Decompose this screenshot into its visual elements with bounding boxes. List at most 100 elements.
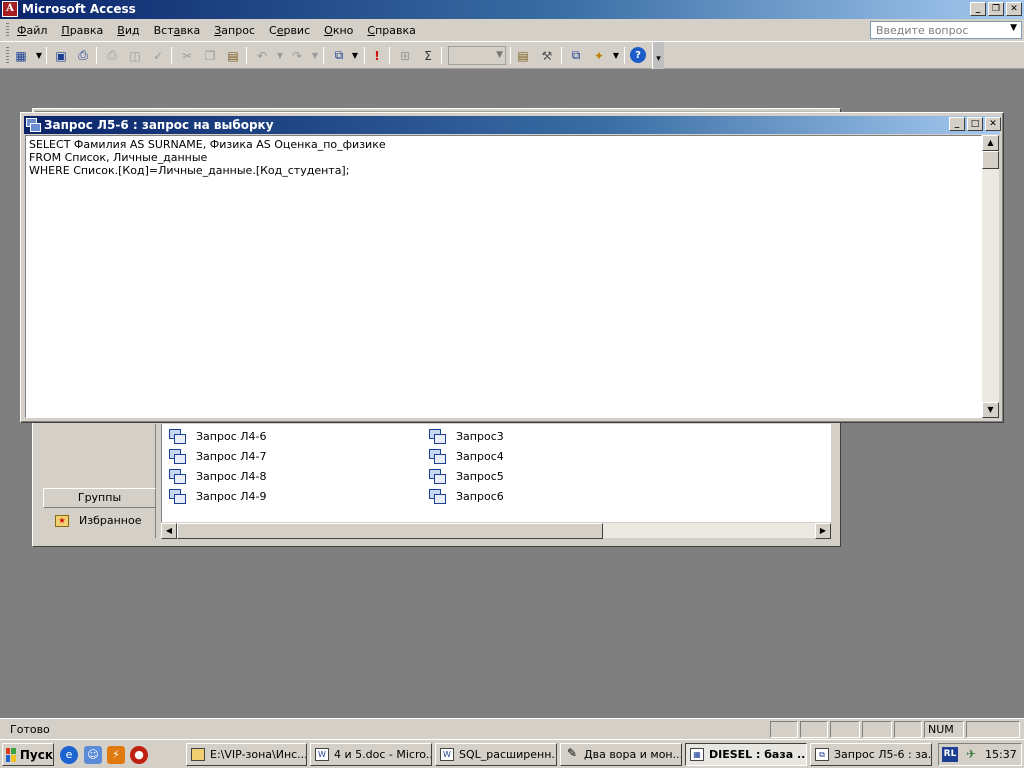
top-values-combo[interactable]: ▼	[448, 46, 506, 65]
menu-grip[interactable]	[6, 23, 9, 38]
list-item[interactable]: Запрос3	[429, 429, 504, 444]
toolbar-grip[interactable]	[6, 47, 9, 64]
totals-icon[interactable]: Σ	[419, 47, 437, 64]
favorites-label: Избранное	[79, 514, 142, 527]
minimize-button[interactable]: _	[970, 2, 986, 16]
print-icon[interactable]: ⎙	[103, 47, 121, 64]
query-icon	[429, 489, 446, 504]
query-window-titlebar[interactable]: Запрос Л5-6 : запрос на выборку _ □ ✕	[24, 116, 1001, 134]
undo-icon[interactable]: ↶	[253, 47, 271, 64]
spelling-icon[interactable]: ✓	[149, 47, 167, 64]
menu-query[interactable]: Запрос	[214, 24, 255, 37]
list-item[interactable]: Запрос Л4-8	[169, 469, 266, 484]
toolbar-separator	[364, 47, 365, 64]
cut-icon[interactable]: ✂	[178, 47, 196, 64]
run-icon[interactable]: !	[368, 47, 386, 64]
menu-file[interactable]: Файл	[17, 24, 47, 37]
taskbar-item[interactable]: W 4 и 5.doc - Micro...	[310, 743, 432, 766]
paste-icon[interactable]: ▤	[224, 47, 242, 64]
menu-tools[interactable]: Сервис	[269, 24, 310, 37]
toolbar-options-icon[interactable]: ▾	[652, 42, 664, 69]
list-item[interactable]: Запрос Л4-9	[169, 489, 267, 504]
scroll-thumb[interactable]	[177, 523, 603, 539]
taskbar-item-label: Два вора и мон...	[584, 748, 682, 761]
query-icon[interactable]	[26, 118, 41, 132]
app-shortcut-icon[interactable]: ⚡	[107, 746, 125, 764]
taskbar-item[interactable]: W SQL_расширенн...	[435, 743, 557, 766]
toolbar-area	[664, 42, 1024, 69]
view-icon[interactable]: ▦	[12, 47, 30, 64]
ask-question-input[interactable]: Введите вопрос ▼	[870, 21, 1022, 39]
app-window-controls: _ ❐ ✕	[970, 2, 1022, 16]
query-icon	[169, 469, 186, 484]
menu-help[interactable]: Справка	[367, 24, 415, 37]
menu-window[interactable]: Окно	[324, 24, 353, 37]
properties-icon[interactable]: ▤	[514, 47, 532, 64]
taskbar-item[interactable]: ✎ Два вора и мон...	[560, 743, 682, 766]
show-table-icon[interactable]: ⊞	[396, 47, 414, 64]
clock[interactable]: 15:37	[985, 748, 1017, 761]
menu-edit[interactable]: Правка	[61, 24, 103, 37]
taskbar-item-active[interactable]: ▦ DIESEL : база ...	[685, 743, 807, 766]
access-app-icon[interactable]: A	[2, 1, 18, 17]
messenger-icon[interactable]: ☺	[84, 746, 102, 764]
scroll-down-icon[interactable]: ▼	[982, 402, 999, 418]
list-item[interactable]: Запрос Л4-6	[169, 429, 267, 444]
groups-button[interactable]: Группы	[43, 488, 156, 508]
chevron-down-icon[interactable]: ▼	[496, 50, 503, 60]
query-name: Запрос Л4-6	[196, 429, 267, 443]
preview-icon[interactable]: ◫	[126, 47, 144, 64]
sql-editor[interactable]: SELECT Фамилия AS SURNAME, Физика AS Оце…	[25, 135, 982, 418]
query-window: Запрос Л5-6 : запрос на выборку _ □ ✕ SE…	[20, 112, 1004, 423]
ask-question-placeholder: Введите вопрос	[876, 24, 969, 37]
query-icon	[429, 469, 446, 484]
redo-dropdown-icon[interactable]: ▼	[306, 47, 324, 64]
minimize-button[interactable]: _	[949, 117, 965, 131]
query-window-controls: _ □ ✕	[949, 117, 1001, 131]
query-name: Запрос5	[456, 469, 504, 483]
chevron-down-icon[interactable]: ▼	[1010, 23, 1017, 33]
save-icon[interactable]: ▣	[52, 47, 70, 64]
horizontal-scrollbar[interactable]: ◀ ▶	[161, 522, 831, 539]
scroll-thumb[interactable]	[982, 151, 999, 169]
query-name: Запрос4	[456, 449, 504, 463]
media-player-icon[interactable]: ●	[130, 746, 148, 764]
scroll-up-icon[interactable]: ▲	[982, 135, 999, 151]
favorites-item[interactable]: ★ Избранное	[55, 514, 141, 527]
sql-line: WHERE Список.[Код]=Личные_данные.[Код_ст…	[29, 164, 350, 177]
menu-insert[interactable]: Вставка	[154, 24, 201, 37]
help-icon[interactable]: ?	[630, 47, 646, 63]
scroll-right-icon[interactable]: ▶	[815, 523, 831, 539]
new-object-icon[interactable]: ✦	[590, 47, 608, 64]
list-item[interactable]: Запрос5	[429, 469, 504, 484]
print-preview-icon[interactable]: ⎙	[74, 47, 92, 64]
undo-dropdown-icon[interactable]: ▼	[271, 47, 289, 64]
language-indicator[interactable]: RL	[942, 747, 958, 762]
start-button[interactable]: Пуск	[2, 743, 54, 766]
build-icon[interactable]: ⚒	[538, 47, 556, 64]
network-icon[interactable]: ✈	[963, 747, 979, 762]
close-button[interactable]: ✕	[985, 117, 1001, 131]
maximize-button[interactable]: □	[967, 117, 983, 131]
query-type-dropdown-icon[interactable]: ▼	[346, 47, 364, 64]
menu-view[interactable]: Вид	[117, 24, 139, 37]
internet-explorer-icon[interactable]: e	[60, 746, 78, 764]
query-icon: ⧉	[815, 748, 829, 761]
list-item[interactable]: Запрос6	[429, 489, 504, 504]
list-item[interactable]: Запрос4	[429, 449, 504, 464]
query-name: Запрос Л4-7	[196, 449, 267, 463]
list-item[interactable]: Запрос Л4-7	[169, 449, 267, 464]
new-object-dropdown-icon[interactable]: ▼	[607, 47, 625, 64]
database-window-icon[interactable]: ⧉	[567, 47, 585, 64]
query-name: Запрос Л4-9	[196, 489, 267, 503]
vertical-scrollbar[interactable]: ▲ ▼	[982, 135, 999, 418]
restore-button[interactable]: ❐	[988, 2, 1004, 16]
taskbar-item[interactable]: ⧉ Запрос Л5-6 : за...	[810, 743, 932, 766]
close-button[interactable]: ✕	[1006, 2, 1022, 16]
taskbar-item[interactable]: E:\VIP-зона\Инс...	[186, 743, 307, 766]
system-tray: RL ✈ 15:37	[938, 743, 1022, 766]
scroll-left-icon[interactable]: ◀	[161, 523, 177, 539]
redo-icon[interactable]: ↷	[288, 47, 306, 64]
status-cell	[966, 721, 1020, 738]
copy-icon[interactable]: ❐	[201, 47, 219, 64]
